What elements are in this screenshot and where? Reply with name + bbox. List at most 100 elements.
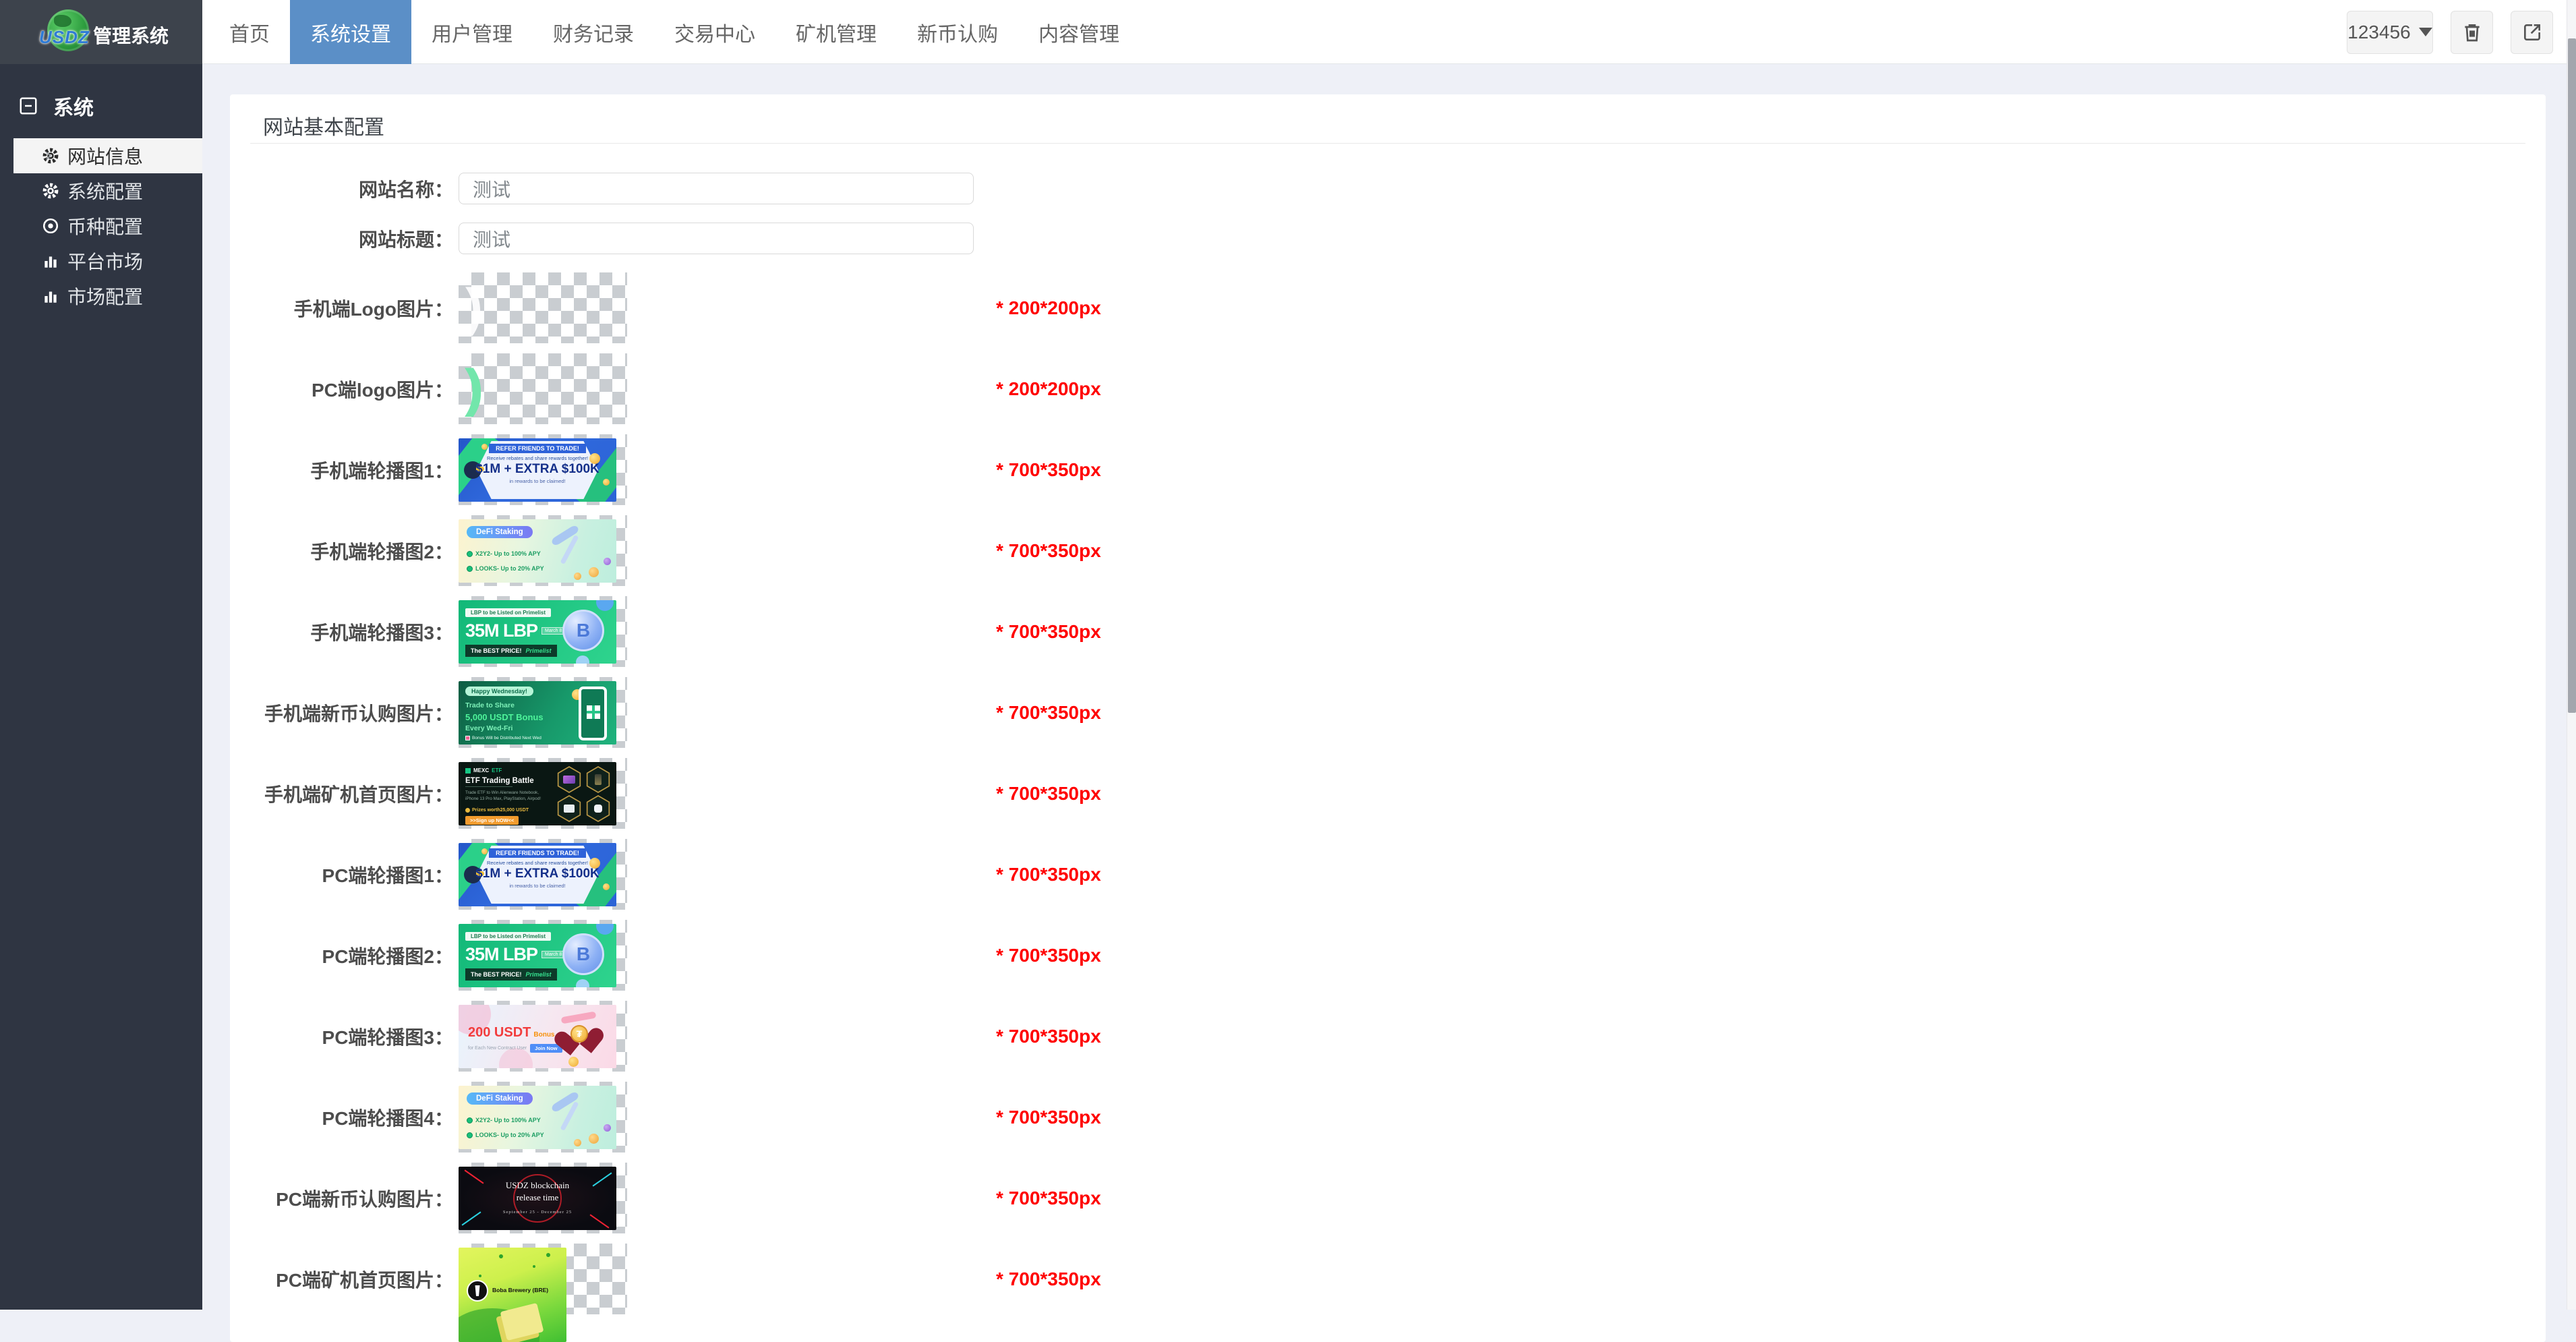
form-row-pc-carousel-1: PC端轮播图1： REFER FRIENDS TO TRADE! Receive… xyxy=(230,839,2546,910)
coin-icon xyxy=(574,1139,581,1146)
form-row-mobile-logo: 手机端Logo图片： ) * 200*200px xyxy=(230,272,2546,343)
decor-circle xyxy=(576,979,589,987)
size-hint: * 700*350px xyxy=(996,1268,1101,1290)
sidebar-item-label: 系统配置 xyxy=(67,177,143,204)
banner-line: Every Wed-Fri xyxy=(465,724,513,732)
circle-dot-icon xyxy=(42,217,59,235)
coin-icon: ₮ xyxy=(570,1025,588,1043)
cup-icon xyxy=(474,1285,481,1296)
field-label: 手机端Logo图片： xyxy=(230,295,453,322)
decor-circle xyxy=(576,655,589,664)
mobile-carousel2-upload-preview[interactable]: DeFi Staking X2Y2- Up to 100% APY LOOKS-… xyxy=(459,515,627,586)
mobile-logo-image: ) xyxy=(465,275,483,339)
lbp-banner-image: LBP to be Listed on Primelist 35M LBP Ma… xyxy=(459,600,616,664)
coin-icon: B xyxy=(562,610,604,651)
mobile-carousel3-upload-preview[interactable]: LBP to be Listed on Primelist 35M LBP Ma… xyxy=(459,596,627,667)
sidebar-section-label: 系统 xyxy=(53,91,94,121)
pc-carousel3-upload-preview[interactable]: 200 USDT Bonus for Each New Contract Use… xyxy=(459,1001,627,1072)
nav-tab-system-settings[interactable]: 系统设置 xyxy=(290,0,411,64)
banner-line: X2Y2- Up to 100% APY xyxy=(467,1117,541,1124)
form-row-pc-logo: PC端logo图片： ) * 200*200px xyxy=(230,353,2546,424)
pc-carousel4-upload-preview[interactable]: DeFi Staking X2Y2- Up to 100% APY LOOKS-… xyxy=(459,1082,627,1153)
etf-battle-banner-image: MEXC ETF ETF Trading Battle Trade ETF to… xyxy=(459,762,616,825)
banner-line: Receive rebates and share rewards togeth… xyxy=(459,860,616,866)
decor-circle xyxy=(596,924,614,935)
sidebar-item-site-info[interactable]: 网站信息 xyxy=(13,138,202,173)
boba-banner-image: Boba Brewery (BRE) xyxy=(459,1248,566,1342)
banner-amount: 200 USDT xyxy=(468,1025,531,1041)
pc-newcoin-upload-preview[interactable]: USDZ blockchain release time September 2… xyxy=(459,1163,627,1233)
scrollbar-thumb[interactable] xyxy=(2568,38,2576,713)
field-label: 手机端矿机首页图片： xyxy=(230,780,453,807)
banner-prize: Prizes worth25,000 USDT xyxy=(465,808,529,813)
brand-block: USDZ 管理系统 xyxy=(0,0,202,64)
field-label: 网站名称： xyxy=(230,175,453,202)
mobile-miner-upload-preview[interactable]: MEXC ETF ETF Trading Battle Trade ETF to… xyxy=(459,758,627,829)
banner-line: in rewards to be claimed! xyxy=(459,883,616,889)
banner-pill: DeFi Staking xyxy=(467,526,533,538)
user-menu-label: 123456 xyxy=(2347,22,2410,43)
sidebar-section-system[interactable]: 系统 xyxy=(0,64,202,138)
pc-miner-upload-preview[interactable]: Boba Brewery (BRE) xyxy=(459,1244,627,1314)
field-label: PC端新币认购图片： xyxy=(230,1185,453,1212)
trash-button[interactable] xyxy=(2451,11,2493,54)
mobile-newcoin-upload-preview[interactable]: Happy Wednesday! Trade to Share 5,000 US… xyxy=(459,677,627,748)
pc-carousel2-upload-preview[interactable]: LBP to be Listed on Primelist 35M LBP Ma… xyxy=(459,920,627,991)
nav-tab-miner-management[interactable]: 矿机管理 xyxy=(775,0,897,64)
phone-illustration xyxy=(579,687,607,740)
banner-bottom-strip: The BEST PRICE! Primelist xyxy=(465,968,557,981)
banner-title: ETF Trading Battle xyxy=(465,777,534,787)
export-button[interactable] xyxy=(2511,11,2553,54)
sidebar-item-market-config[interactable]: 市场配置 xyxy=(0,279,202,314)
site-name-input[interactable] xyxy=(459,173,974,204)
decor-dot xyxy=(479,1275,481,1277)
field-label: PC端轮播图4： xyxy=(230,1104,453,1131)
nav-tab-content-management[interactable]: 内容管理 xyxy=(1018,0,1140,64)
nav-tab-home[interactable]: 首页 xyxy=(209,0,290,64)
defi-banner-image: DeFi Staking X2Y2- Up to 100% APY LOOKS-… xyxy=(459,1086,616,1149)
nav-tab-finance-records[interactable]: 财务记录 xyxy=(533,0,654,64)
banner-amount: $1M + EXTRA $100K xyxy=(459,867,616,881)
sidebar-item-coin-config[interactable]: 币种配置 xyxy=(0,208,202,243)
banner-line: in rewards to be claimed! xyxy=(459,478,616,484)
defi-banner-image: DeFi Staking X2Y2- Up to 100% APY LOOKS-… xyxy=(459,519,616,583)
decor-circle xyxy=(596,600,614,611)
size-hint: * 700*350px xyxy=(996,540,1101,562)
nav-tab-user-management[interactable]: 用户管理 xyxy=(411,0,533,64)
pc-logo-upload-preview[interactable]: ) xyxy=(459,353,627,424)
banner-sub: for Each New Contract User xyxy=(468,1046,527,1051)
nav-tab-newcoin-subscribe[interactable]: 新币认购 xyxy=(897,0,1018,64)
banner-pill: DeFi Staking xyxy=(467,1092,533,1105)
settings-card: 网站基本配置 网站名称： 网站标题： 手机端Logo图片： ) * 200*20… xyxy=(230,94,2546,1342)
hexagon-tile xyxy=(556,766,583,793)
user-menu-button[interactable]: 123456 xyxy=(2347,11,2433,54)
size-hint: * 700*350px xyxy=(996,1188,1101,1209)
mobile-logo-upload-preview[interactable]: ) xyxy=(459,272,627,343)
form-row-mobile-carousel-2: 手机端轮播图2： DeFi Staking X2Y2- Up to 100% A… xyxy=(230,515,2546,586)
nav-tab-trade-center[interactable]: 交易中心 xyxy=(654,0,775,64)
sidebar-item-system-config[interactable]: 系统配置 xyxy=(0,173,202,208)
pc-carousel1-upload-preview[interactable]: REFER FRIENDS TO TRADE! Receive rebates … xyxy=(459,839,627,910)
page-scrollbar[interactable] xyxy=(2567,0,2576,1310)
form-row-mobile-carousel-1: 手机端轮播图1： REFER FRIENDS TO TRADE! Receive… xyxy=(230,434,2546,505)
coin-dot-icon xyxy=(467,566,473,572)
site-title-input[interactable] xyxy=(459,223,974,254)
sidebar-item-platform-market[interactable]: 平台市场 xyxy=(0,243,202,279)
apy-text: X2Y2- Up to 100% APY xyxy=(475,1117,541,1124)
bar-chart-icon xyxy=(42,287,59,305)
form-row-mobile-newcoin: 手机端新币认购图片： Happy Wednesday! Trade to Sha… xyxy=(230,677,2546,748)
field-label: 手机端轮播图2： xyxy=(230,537,453,564)
banner-amount-row: 35M LBP March 8 xyxy=(465,944,565,965)
brand-square-icon xyxy=(465,768,471,774)
banner-amount: 35M LBP xyxy=(465,944,537,965)
coin-icon xyxy=(604,1124,611,1132)
apy-text: LOOKS- Up to 20% APY xyxy=(475,1132,544,1138)
form-row-pc-miner: PC端矿机首页图片： Boba Brewery (BRE) * 700*350p… xyxy=(230,1244,2546,1314)
banner-chip: LBP to be Listed on Primelist xyxy=(465,932,551,941)
form-row-site-title: 网站标题： xyxy=(230,223,2546,254)
coin-icon xyxy=(568,1057,579,1067)
form-row-mobile-carousel-3: 手机端轮播图3： LBP to be Listed on Primelist 3… xyxy=(230,596,2546,667)
mobile-carousel1-upload-preview[interactable]: REFER FRIENDS TO TRADE! Receive rebates … xyxy=(459,434,627,505)
field-label: PC端轮播图2： xyxy=(230,942,453,969)
field-label: 网站标题： xyxy=(230,225,453,252)
